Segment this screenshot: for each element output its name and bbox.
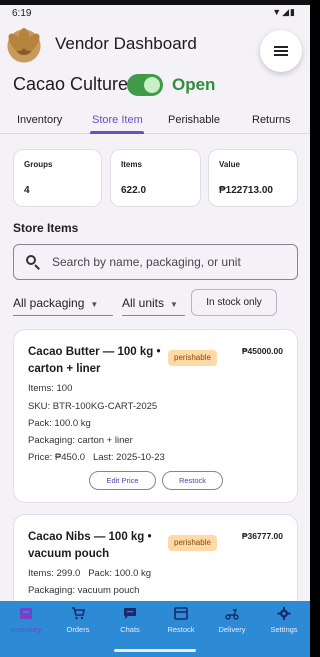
units-underline [122, 315, 185, 316]
logo-icon [4, 24, 44, 64]
nav-restock[interactable]: Restock [155, 607, 207, 634]
status-time: 6:19 [12, 8, 32, 19]
nav-label: Delivery [218, 625, 246, 634]
menu-icon [274, 44, 288, 58]
page-title: Vendor Dashboard [55, 34, 197, 53]
packaging-dropdown-value: All packaging [13, 296, 85, 310]
stat-card-groups: Groups 4 [13, 149, 102, 207]
item-price: Price: ₱450.0 Last: 2025-10-23 [28, 452, 165, 463]
tab-store-item[interactable]: Store Item [92, 114, 143, 126]
nav-settings[interactable]: Settings [258, 607, 310, 634]
nav-chats[interactable]: Chats [104, 607, 156, 634]
nav-label: Restock [167, 625, 195, 634]
stat-label: Value [219, 160, 240, 169]
store-item-card[interactable]: Cacao Butter — 100 kg • carton + liner p… [13, 329, 298, 503]
item-name: Cacao Butter — 100 kg • carton + liner [28, 346, 161, 375]
nav-label: Settings [270, 625, 298, 634]
toggle-knob [144, 77, 160, 93]
status-bar: 6:19 ▼◢▮ [0, 5, 310, 21]
in-stock-chip[interactable]: In stock only [191, 289, 277, 316]
inventory-icon [20, 608, 32, 619]
item-count: Items: 299.0 Pack: 100.0 kg [28, 568, 152, 579]
nav-orders[interactable]: Orders [52, 607, 104, 634]
perishable-badge: perishable [168, 350, 217, 366]
item-packaging: Packaging: vacuum pouch [28, 585, 140, 596]
tab-bar: Inventory Store Item Perishable Returns [0, 104, 310, 134]
store-status: Open [172, 75, 216, 94]
nav-inventory[interactable]: Inventory [0, 607, 52, 634]
active-tab-indicator [90, 131, 144, 134]
store-open-toggle[interactable] [127, 74, 163, 96]
perishable-badge: perishable [168, 535, 217, 551]
menu-button[interactable] [260, 30, 302, 72]
store-icon [174, 607, 188, 620]
tab-returns[interactable]: Returns [252, 114, 291, 126]
stat-label: Groups [24, 160, 53, 169]
gear-icon [277, 607, 291, 620]
tab-perishable[interactable]: Perishable [168, 114, 220, 126]
cart-icon [72, 607, 85, 620]
item-pack: Pack: 100.0 kg [28, 418, 91, 429]
section-title: Store Items [13, 221, 79, 235]
item-sku: SKU: BTR-100KG-CART-2025 [28, 401, 158, 412]
units-dropdown[interactable]: All units ▼ [122, 296, 178, 310]
edit-price-button[interactable]: Edit Price [89, 471, 156, 490]
home-indicator [114, 649, 196, 652]
nav-delivery[interactable]: Delivery [206, 607, 258, 634]
scooter-icon [225, 609, 239, 620]
restock-button[interactable]: Restock [162, 471, 223, 490]
item-total: ₱45000.00 [241, 346, 283, 356]
item-name: Cacao Nibs — 100 kg • vacuum pouch [28, 531, 152, 560]
chevron-down-icon: ▼ [170, 300, 178, 309]
stat-value: 622.0 [121, 185, 147, 196]
packaging-dropdown[interactable]: All packaging ▼ [13, 296, 98, 310]
packaging-underline [13, 315, 113, 316]
chat-icon [124, 608, 136, 619]
item-total: ₱36777.00 [241, 531, 283, 541]
stat-value: ₱122713.00 [219, 185, 273, 196]
nav-label: Inventory [10, 625, 42, 634]
item-count: Items: 100 [28, 383, 73, 394]
stat-card-value: Value ₱122713.00 [208, 149, 298, 207]
units-dropdown-value: All units [122, 296, 165, 310]
app-screen: 6:19 ▼◢▮ Vendor Dashboard Cacao Culture … [0, 0, 310, 657]
item-packaging: Packaging: carton + liner [28, 435, 133, 446]
search-input[interactable]: Search by name, packaging, or unit [13, 244, 298, 280]
stat-value: 4 [24, 185, 30, 196]
nav-label: Chats [120, 625, 140, 634]
chevron-down-icon: ▼ [90, 300, 99, 309]
stat-card-items: Items 622.0 [110, 149, 201, 207]
nav-label: Orders [66, 625, 90, 634]
search-placeholder: Search by name, packaging, or unit [52, 255, 241, 269]
stat-label: Items [121, 160, 142, 169]
store-item-card[interactable]: Cacao Nibs — 100 kg • vacuum pouch peris… [13, 514, 298, 614]
store-name: Cacao Culture [13, 74, 129, 94]
status-icons: ▼◢▮ [272, 7, 296, 17]
store-row: Cacao Culture Open [0, 72, 310, 98]
app-header: Vendor Dashboard [0, 22, 310, 72]
search-icon [26, 255, 40, 270]
filter-row: All packaging ▼ All units ▼ In stock only [0, 289, 310, 317]
tab-inventory[interactable]: Inventory [17, 114, 62, 126]
